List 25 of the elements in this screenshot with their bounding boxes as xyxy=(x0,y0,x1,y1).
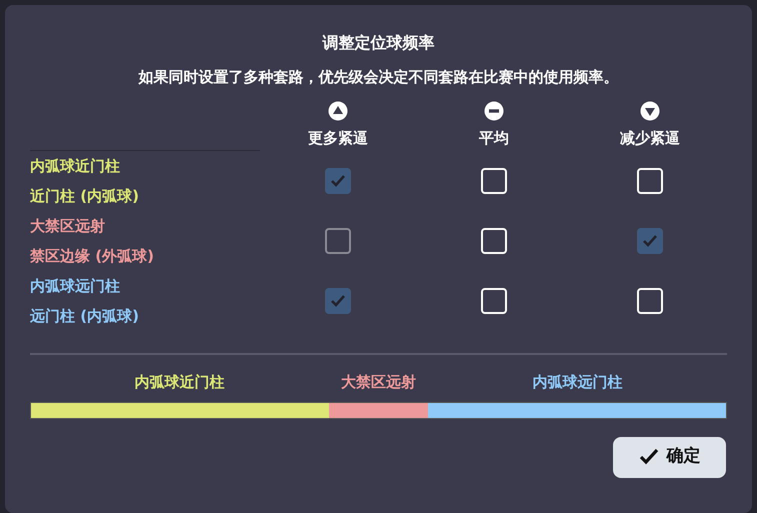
check-icon xyxy=(638,448,658,466)
dialog-subtitle: 如果同时设置了多种套路，优先级会决定不同套路在比赛中的使用频率。 xyxy=(137,67,620,88)
dialog-title: 调整定位球频率 xyxy=(321,32,436,54)
arrow-up-icon xyxy=(328,100,348,120)
column-header: 更多紧逼 xyxy=(308,128,368,148)
checkmark-icon xyxy=(642,234,658,248)
legend-label: 内弧球远门柱 xyxy=(532,372,624,393)
routine-name: 内弧球远门柱 xyxy=(30,276,121,297)
routine-detail: 近门柱 (内弧球) xyxy=(30,186,140,207)
checkmark-icon xyxy=(330,174,346,188)
routine-name: 大禁区远射 xyxy=(30,216,106,237)
checkmark-icon xyxy=(330,294,346,308)
routine-detail: 禁区边缘 (外弧球) xyxy=(30,246,155,267)
routine-detail: 远门柱 (内弧球) xyxy=(30,306,140,327)
confirm-button[interactable]: 确定 xyxy=(613,436,726,478)
arrow-down-icon xyxy=(640,100,660,120)
column-header: 平均 xyxy=(479,128,509,148)
checkbox[interactable] xyxy=(325,288,351,314)
legend-label: 大禁区远射 xyxy=(340,372,417,393)
checkbox[interactable] xyxy=(637,228,663,254)
routine-name: 内弧球近门柱 xyxy=(30,156,121,177)
legend-label: 内弧球近门柱 xyxy=(133,372,226,393)
checkbox[interactable] xyxy=(325,168,351,194)
column-header: 减少紧逼 xyxy=(620,128,680,148)
minus-icon xyxy=(484,100,504,120)
